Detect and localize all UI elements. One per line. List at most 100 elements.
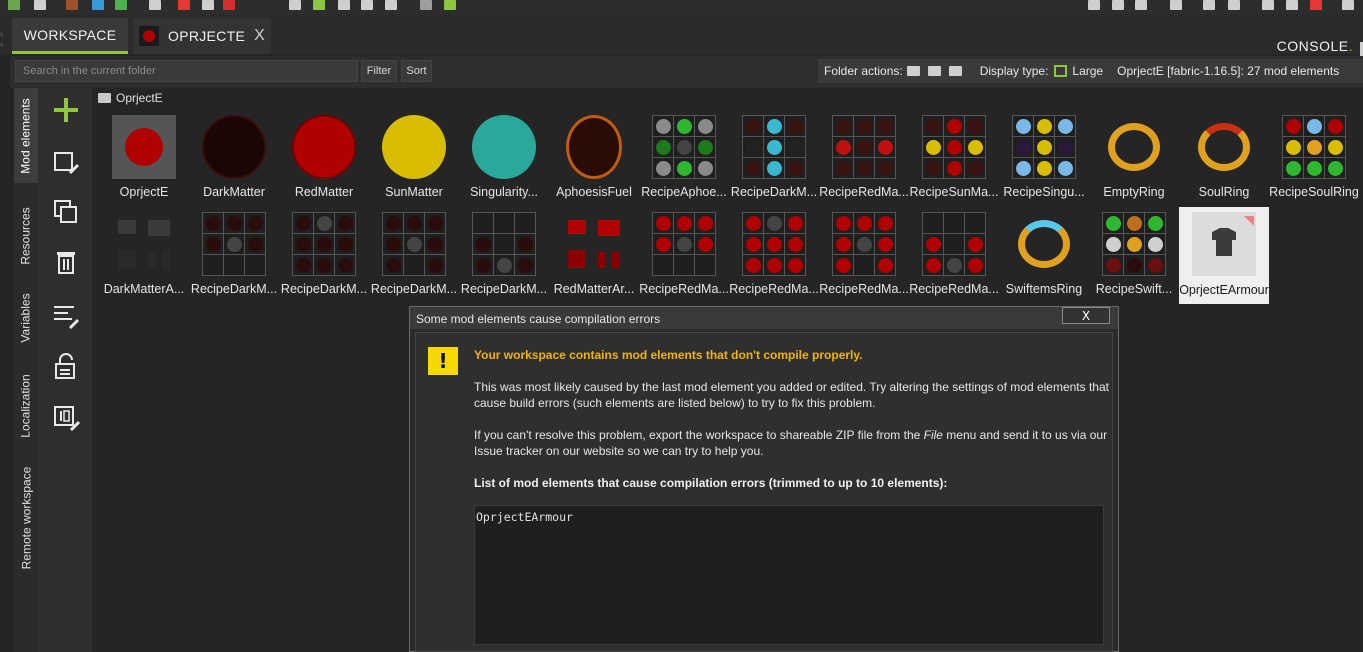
element-tile[interactable]: RecipeDarkM... [189, 212, 279, 307]
element-id-icon[interactable] [52, 404, 81, 432]
search-input[interactable] [15, 60, 358, 82]
element-tile[interactable]: RecipeDarkM... [729, 115, 819, 210]
compilation-errors-dialog: Some mod elements cause compilation erro… [409, 306, 1119, 652]
filter-button[interactable]: Filter [361, 60, 397, 82]
element-label: RecipeRedMa... [729, 282, 819, 296]
import-icon[interactable] [66, 0, 78, 10]
download-icon[interactable] [1112, 0, 1124, 10]
tab-workspace[interactable]: WORKSPACE [12, 18, 128, 54]
console-button[interactable]: CONSOLE. [1277, 38, 1353, 54]
sort-button[interactable]: Sort [401, 60, 432, 82]
edit-element-icon[interactable] [52, 148, 80, 176]
build-icon[interactable] [1135, 0, 1147, 10]
open-workspace-icon[interactable] [34, 0, 46, 10]
workspace-settings-icon[interactable] [420, 0, 432, 10]
export-icon[interactable] [1170, 0, 1182, 10]
dialog-paragraph-1: This was most likely caused by the last … [474, 380, 1109, 410]
element-tile[interactable]: RecipeSwift... [1089, 212, 1179, 307]
new-folder-icon[interactable] [906, 66, 920, 76]
delete-folder-icon[interactable] [948, 66, 962, 76]
error-list-title: List of mod elements that cause compilat… [474, 476, 948, 490]
element-tile[interactable]: SoulRing [1179, 115, 1269, 210]
element-thumbnail [1102, 212, 1166, 276]
console-status-dot: . [1348, 38, 1353, 54]
element-thumbnail [1102, 115, 1166, 179]
element-tile[interactable]: RecipeSoulRing [1269, 115, 1359, 210]
element-tile[interactable]: RedMatter [279, 115, 369, 210]
element-thumbnail [112, 115, 176, 179]
procedure-icon[interactable] [313, 0, 325, 10]
element-label: SunMatter [385, 185, 443, 199]
armor-icon[interactable] [223, 0, 235, 10]
element-tile[interactable]: RedMatterAr... [549, 212, 639, 307]
texture-icon[interactable] [92, 0, 104, 10]
element-label: RecipeDarkM... [190, 282, 278, 296]
element-tile[interactable]: SunMatter [369, 115, 459, 210]
element-actions-column [38, 88, 92, 652]
code-icon[interactable] [289, 0, 301, 10]
code-editor-icon[interactable] [52, 302, 80, 330]
animation-icon[interactable] [178, 0, 190, 10]
element-tile[interactable]: Singularity... [459, 115, 549, 210]
element-tile[interactable]: RecipeDarkM... [279, 212, 369, 307]
debug-icon[interactable] [1228, 0, 1240, 10]
display-type-value[interactable]: Large [1072, 64, 1103, 78]
element-tile[interactable]: RecipeDarkM... [369, 212, 459, 307]
biome-icon[interactable] [385, 0, 397, 10]
add-element-icon[interactable] [52, 96, 80, 124]
element-tile[interactable]: AphoesisFuel [549, 115, 639, 210]
dialog-close-button[interactable]: X [1062, 307, 1110, 324]
element-tile[interactable]: DarkMatterA... [99, 212, 189, 307]
gui-icon[interactable] [361, 0, 373, 10]
element-tile[interactable]: RecipeDarkM... [459, 212, 549, 307]
setup-icon[interactable] [1088, 0, 1100, 10]
element-tile[interactable]: RecipeRedMa... [909, 212, 999, 307]
close-tab-icon[interactable]: X [254, 27, 265, 45]
element-tile[interactable]: DarkMatter [189, 115, 279, 210]
element-thumbnail [1282, 115, 1346, 179]
element-tile[interactable]: OprjectE [99, 115, 189, 210]
regenerate-icon[interactable] [444, 0, 456, 10]
vtab-localization[interactable]: Localization [14, 363, 38, 448]
element-tile[interactable]: RecipeSunMa... [909, 115, 999, 210]
element-tile[interactable]: RecipeAphoe... [639, 115, 729, 210]
window-icon[interactable] [1342, 0, 1354, 10]
element-tile[interactable]: RecipeRedMa... [819, 212, 909, 307]
image-icon[interactable] [115, 0, 127, 10]
structure-icon[interactable] [202, 0, 214, 10]
lock-code-icon[interactable] [52, 352, 80, 380]
element-tile[interactable]: RecipeRedMa... [639, 212, 729, 307]
element-label: AphoesisFuel [556, 185, 632, 199]
large-view-icon[interactable] [1054, 65, 1068, 77]
vtab-resources-label: Resources [19, 207, 34, 265]
new-workspace-icon[interactable] [8, 0, 20, 10]
display-type-label: Display type: [979, 64, 1049, 78]
delete-element-icon[interactable] [52, 248, 80, 276]
element-tile[interactable]: EmptyRing [1089, 115, 1179, 210]
breadcrumb[interactable]: OprjectE [98, 91, 163, 105]
folder-icon [98, 93, 111, 103]
vtab-variables[interactable]: Variables [14, 283, 38, 353]
tab-project[interactable]: OPRJECTE X [133, 18, 271, 54]
rename-folder-icon[interactable] [927, 66, 941, 76]
tool-icon[interactable] [338, 0, 350, 10]
stop-icon[interactable] [1310, 0, 1322, 10]
model-icon[interactable] [149, 0, 161, 10]
run-client-icon[interactable] [1262, 0, 1274, 10]
element-tile-error[interactable]: OprjectEArmour [1179, 207, 1269, 304]
element-tile[interactable]: RecipeRedMa... [729, 212, 819, 307]
duplicate-element-icon[interactable] [52, 198, 80, 226]
element-label: EmptyRing [1103, 185, 1165, 199]
collapse-arrows-icon[interactable]: › ‹ [0, 30, 9, 52]
vtab-remote-workspace[interactable]: Remote workspace [14, 458, 38, 578]
element-tile[interactable]: RecipeRedMa... [819, 115, 909, 210]
element-tile[interactable]: SwiftemsRing [999, 212, 1089, 307]
edit-icon[interactable] [1203, 0, 1215, 10]
vtab-mod-elements[interactable]: Mod elements [14, 88, 38, 183]
element-label: RecipeSwift... [1095, 282, 1173, 296]
element-tile[interactable]: RecipeSingu... [999, 115, 1089, 210]
vtab-resources[interactable]: Resources [14, 196, 38, 276]
error-list[interactable]: OprjectEArmour [474, 505, 1104, 645]
element-label: RecipeDarkM... [460, 282, 548, 296]
run-server-icon[interactable] [1286, 0, 1298, 10]
